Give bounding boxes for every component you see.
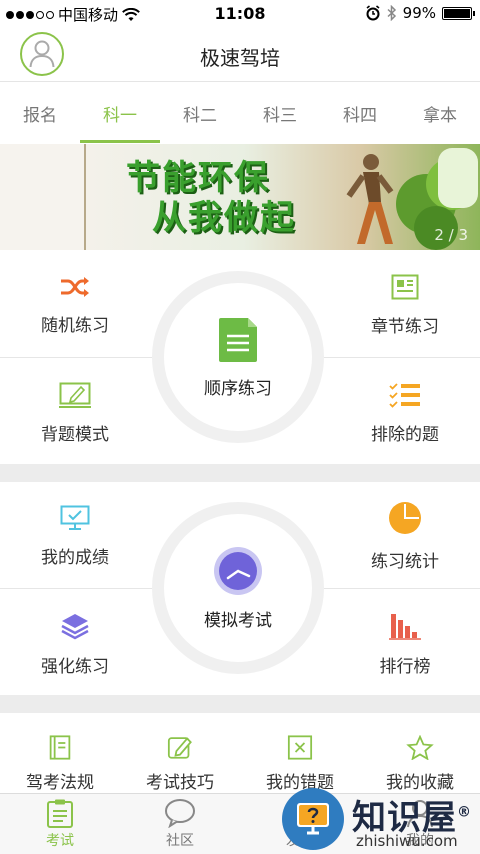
tabbar-community[interactable]: 社区 [120,794,240,854]
monitor-check-icon [60,505,90,530]
sequential-practice-button[interactable]: 顺序练习 [152,271,324,443]
alarm-icon [366,5,380,21]
watermark-logo [282,788,344,850]
app-screen: 中国移动 11:08 99% 极速驾培 报名 科一 科二 科三 科四 拿本 节能… [0,0,480,854]
tabbar-exam-label: 考试 [46,833,74,849]
chapter-practice-label: 章节练习 [371,316,439,337]
tab-subject-one[interactable]: 科一 [80,83,160,143]
layers-icon [61,613,89,639]
shuffle-icon [61,276,89,297]
star-icon [406,735,434,760]
memorize-mode-button[interactable]: 背题模式 [0,363,150,463]
tab-get-license[interactable]: 拿本 [400,83,480,143]
site-watermark: 知识屋® zhishiwu.com [282,786,480,854]
banner-image: 节能环保 从我做起 2 / 3 [84,144,480,250]
tab-signup[interactable]: 报名 [0,83,80,143]
page-title: 极速驾培 [200,46,280,70]
my-scores-button[interactable]: 我的成绩 [0,486,150,586]
ranking-button[interactable]: 排行榜 [330,594,480,694]
banner-counter: 2 / 3 [434,226,468,244]
sequential-practice-label: 顺序练习 [204,378,272,399]
pencil-icon [167,737,192,759]
tab-subject-four[interactable]: 科四 [320,83,400,143]
subject-tabs: 报名 科一 科二 科三 科四 拿本 [0,83,480,143]
intensive-practice-label: 强化练习 [41,656,109,677]
tab-subject-two[interactable]: 科二 [160,83,240,143]
chapter-practice-button[interactable]: 章节练习 [330,255,480,355]
traffic-rules-button[interactable]: 驾考法规 [0,713,120,793]
clock-icon [214,546,262,595]
practice-section: 随机练习 章节练习 背题模式 排除的题 顺序练习 [0,251,480,463]
nav-bar: 极速驾培 [0,28,480,82]
my-scores-label: 我的成绩 [41,547,109,568]
section-divider-2 [0,695,480,713]
edit-note-icon [59,382,91,408]
tab-subject-three[interactable]: 科三 [240,83,320,143]
practice-stats-label: 练习统计 [371,551,439,572]
chat-bubble-icon [165,799,195,828]
checklist-icon [389,382,420,408]
mock-exam-button[interactable]: 模拟考试 [152,502,324,674]
random-practice-label: 随机练习 [41,315,109,336]
document-icon [391,274,419,299]
exam-tips-button[interactable]: 考试技巧 [120,713,240,793]
tools-row: 驾考法规 考试技巧 我的错题 我的收藏 [0,713,480,793]
section-divider [0,464,480,482]
exam-section: 我的成绩 练习统计 强化练习 排行榜 模拟考试 [0,482,480,694]
ranking-label: 排行榜 [379,656,431,677]
practice-stats-button[interactable]: 练习统计 [330,486,480,586]
watermark-url: zhishiwu.com [356,832,458,850]
wrong-questions-button[interactable]: 我的错题 [240,713,360,793]
excluded-questions-label: 排除的题 [371,424,439,445]
banner-line-2: 从我做起 [152,198,296,238]
memorize-mode-label: 背题模式 [41,424,109,445]
book-icon [49,735,71,760]
random-practice-button[interactable]: 随机练习 [0,255,150,355]
battery-icon [442,6,475,20]
traffic-rules-label: 驾考法规 [26,773,94,793]
promo-banner[interactable]: 节能环保 从我做起 2 / 3 [0,144,480,250]
doc-list-icon [219,317,257,362]
close-box-icon [287,735,313,760]
bluetooth-icon [387,5,396,21]
tabbar-community-label: 社区 [166,833,194,849]
pie-chart-icon [389,501,421,534]
intensive-practice-button[interactable]: 强化练习 [0,594,150,694]
tabbar-exam[interactable]: 考试 [0,794,120,854]
excluded-questions-button[interactable]: 排除的题 [330,363,480,463]
status-right: 99% [365,4,475,22]
favorites-button[interactable]: 我的收藏 [360,713,480,793]
battery-percent: 99% [402,4,436,22]
bar-chart-icon [389,613,421,640]
question-monitor-icon [297,803,329,835]
status-bar: 中国移动 11:08 99% [0,0,480,28]
exam-tips-label: 考试技巧 [146,773,214,793]
clipboard-icon [47,799,73,828]
mock-exam-label: 模拟考试 [204,610,272,631]
